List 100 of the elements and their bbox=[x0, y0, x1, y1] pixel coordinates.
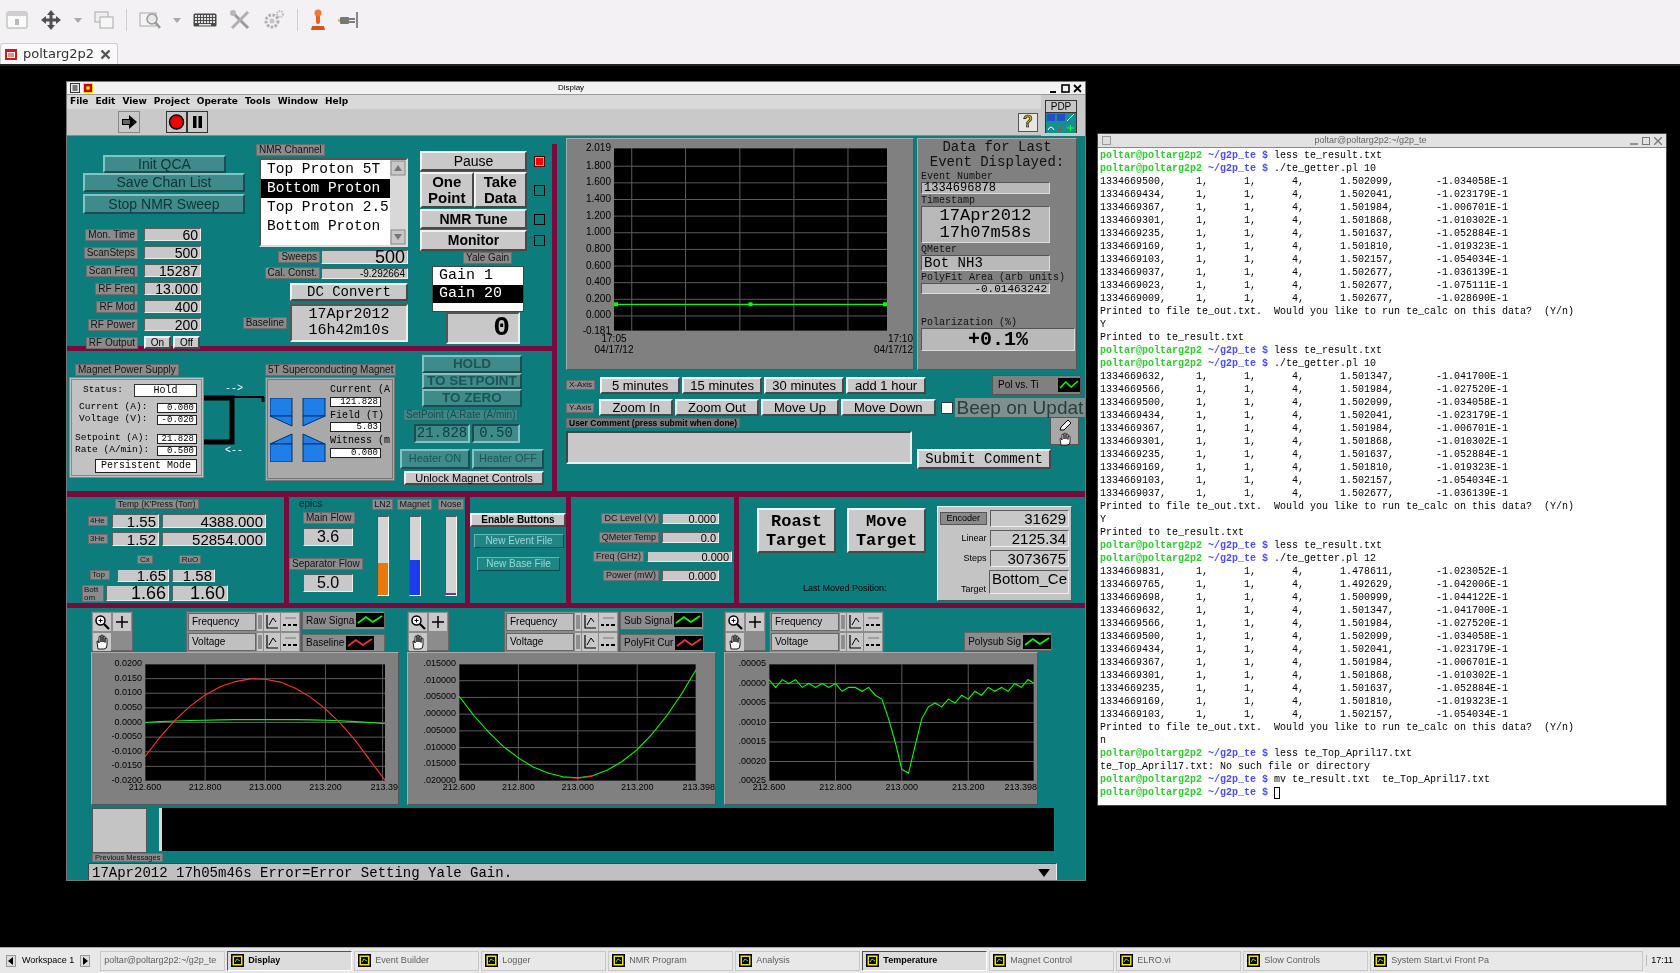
setting-label: RF Output bbox=[85, 336, 138, 349]
move-icon[interactable] bbox=[40, 9, 62, 31]
comment-field[interactable] bbox=[566, 430, 912, 464]
pencil-icon[interactable] bbox=[1057, 419, 1072, 431]
menu-item[interactable]: Operate bbox=[196, 95, 238, 109]
taskbar-button[interactable]: ELRO.vi bbox=[1116, 950, 1242, 971]
menu-item[interactable]: Project bbox=[153, 95, 190, 109]
control-button[interactable]: NMR Tune bbox=[420, 209, 527, 229]
taskbar-button[interactable]: Event Builder bbox=[354, 950, 480, 971]
pause-icon[interactable] bbox=[187, 111, 208, 133]
taskbar-button[interactable]: Slow Controls bbox=[1243, 950, 1369, 971]
taskbar-button[interactable]: NMR Program bbox=[608, 950, 734, 971]
zoom-icon[interactable] bbox=[93, 613, 111, 631]
format-icon[interactable] bbox=[599, 613, 617, 631]
grip-icon[interactable] bbox=[840, 633, 846, 651]
hand-icon[interactable] bbox=[726, 633, 744, 651]
control-button[interactable]: One Point bbox=[420, 172, 474, 208]
menu-item[interactable]: Edit bbox=[95, 95, 116, 109]
taskbar-button[interactable]: Display bbox=[227, 950, 353, 971]
format-icon[interactable] bbox=[281, 633, 299, 651]
y-tick-label: 2.019 bbox=[585, 142, 611, 153]
range-button[interactable]: 30 minutes bbox=[764, 376, 845, 394]
scale-icon[interactable] bbox=[264, 613, 280, 631]
scale-icon[interactable] bbox=[582, 613, 598, 631]
grip-icon[interactable] bbox=[575, 633, 581, 651]
scale-button[interactable]: Move Down bbox=[840, 399, 936, 416]
scale-icon[interactable] bbox=[847, 613, 863, 631]
target-button[interactable]: Move Target bbox=[847, 508, 926, 553]
zoom-icon[interactable] bbox=[726, 613, 744, 631]
list-item[interactable]: Gain 20 bbox=[433, 285, 523, 303]
plug-icon[interactable] bbox=[338, 10, 358, 30]
scale-button[interactable]: Zoom Out bbox=[675, 399, 759, 416]
format-icon[interactable] bbox=[281, 613, 299, 631]
taskbar-button[interactable]: Magnet Control bbox=[989, 950, 1115, 971]
left-arrow-icon[interactable] bbox=[6, 954, 16, 967]
range-button[interactable]: 15 minutes bbox=[682, 376, 763, 394]
stop-icon[interactable] bbox=[166, 111, 187, 133]
range-button[interactable]: 5 minutes bbox=[600, 376, 681, 394]
scale-button[interactable]: Zoom In bbox=[599, 399, 674, 416]
session-tab[interactable]: poltarg2p2 bbox=[0, 43, 119, 64]
format-icon[interactable] bbox=[864, 633, 882, 651]
range-button[interactable]: add 1 hour bbox=[846, 376, 927, 394]
output-button[interactable]: On bbox=[144, 336, 171, 349]
grip-icon[interactable] bbox=[257, 633, 263, 651]
dropdown-icon[interactable] bbox=[1038, 869, 1050, 877]
grip-icon[interactable] bbox=[575, 613, 581, 631]
mode-button[interactable]: Persistent Mode bbox=[95, 459, 197, 473]
list-item[interactable]: Gain 1 bbox=[433, 267, 523, 285]
scale-icon[interactable] bbox=[582, 633, 598, 651]
hand-icon[interactable] bbox=[1056, 432, 1073, 446]
zoom-icon[interactable] bbox=[409, 613, 427, 631]
control-button[interactable]: Take Data bbox=[473, 172, 527, 208]
right-arrow-icon[interactable] bbox=[80, 954, 91, 967]
scale-icon[interactable] bbox=[264, 633, 280, 651]
list-item[interactable]: Top Proton 5T bbox=[261, 160, 390, 179]
close-icon[interactable] bbox=[100, 48, 112, 60]
maximize-icon[interactable] bbox=[1061, 83, 1070, 93]
control-button[interactable]: Monitor bbox=[420, 230, 527, 251]
submit-button[interactable]: Submit Comment bbox=[917, 449, 1051, 469]
hand-icon[interactable] bbox=[409, 633, 427, 651]
plus-icon[interactable] bbox=[746, 613, 764, 631]
plus-icon[interactable] bbox=[113, 613, 131, 631]
taskbar-button[interactable]: Logger bbox=[481, 950, 607, 971]
stamp-icon[interactable] bbox=[310, 9, 326, 31]
target-button[interactable]: Roast Target bbox=[757, 508, 836, 553]
list-item[interactable]: Top Proton 2.5 bbox=[261, 198, 390, 217]
taskbar-button[interactable]: Temperature bbox=[862, 950, 988, 971]
checkbox[interactable] bbox=[940, 401, 953, 414]
workspace-label[interactable]: Workspace 1 bbox=[19, 955, 78, 966]
hand-icon[interactable] bbox=[93, 633, 111, 651]
scale-button[interactable]: Move Up bbox=[760, 399, 839, 416]
close-icon[interactable] bbox=[1073, 83, 1082, 93]
taskbar-button[interactable]: Analysis bbox=[735, 950, 861, 971]
control-button[interactable]: Pause bbox=[420, 151, 527, 171]
list-item[interactable]: Bottom Proton bbox=[261, 217, 390, 236]
file-button[interactable]: Enable Buttons bbox=[470, 513, 566, 527]
menu-item[interactable]: Tools bbox=[244, 95, 271, 109]
scrollbar[interactable] bbox=[390, 160, 406, 245]
gain-listbox[interactable]: Gain 1 Gain 20 bbox=[432, 266, 524, 312]
scale-icon[interactable] bbox=[847, 633, 863, 651]
list-item[interactable]: Bottom Proton bbox=[261, 179, 390, 198]
menu-item[interactable]: Window bbox=[277, 95, 318, 109]
grip-icon[interactable] bbox=[840, 613, 846, 631]
format-icon[interactable] bbox=[864, 613, 882, 631]
menu-item[interactable]: Help bbox=[325, 95, 349, 109]
keyboard-icon[interactable] bbox=[193, 13, 217, 27]
menu-icon[interactable] bbox=[70, 83, 80, 93]
reading-label: Target bbox=[960, 583, 986, 594]
channel-listbox[interactable]: Top Proton 5T Bottom Proton Top Proton 2.5 Bottom Proton bbox=[259, 158, 408, 247]
message-dropdown[interactable]: 17Apr2012 17h05m46s Error=Error Setting Yale Gain. bbox=[88, 863, 1057, 880]
menu-item[interactable]: View bbox=[122, 95, 147, 109]
unlock-button[interactable]: Unlock Magnet Controls bbox=[404, 471, 544, 485]
taskbar-button[interactable]: poltar@poltarg2p2:~/g2p_te bbox=[100, 950, 226, 971]
plus-icon[interactable] bbox=[429, 613, 447, 631]
output-button[interactable]: Off bbox=[173, 336, 200, 349]
format-icon[interactable] bbox=[599, 633, 617, 651]
menu-item[interactable]: File bbox=[70, 95, 89, 109]
convert-button[interactable]: DC Convert bbox=[290, 283, 408, 301]
taskbar-button[interactable]: System Start.vi Front Pa bbox=[1370, 950, 1644, 971]
grip-icon[interactable] bbox=[257, 613, 263, 631]
